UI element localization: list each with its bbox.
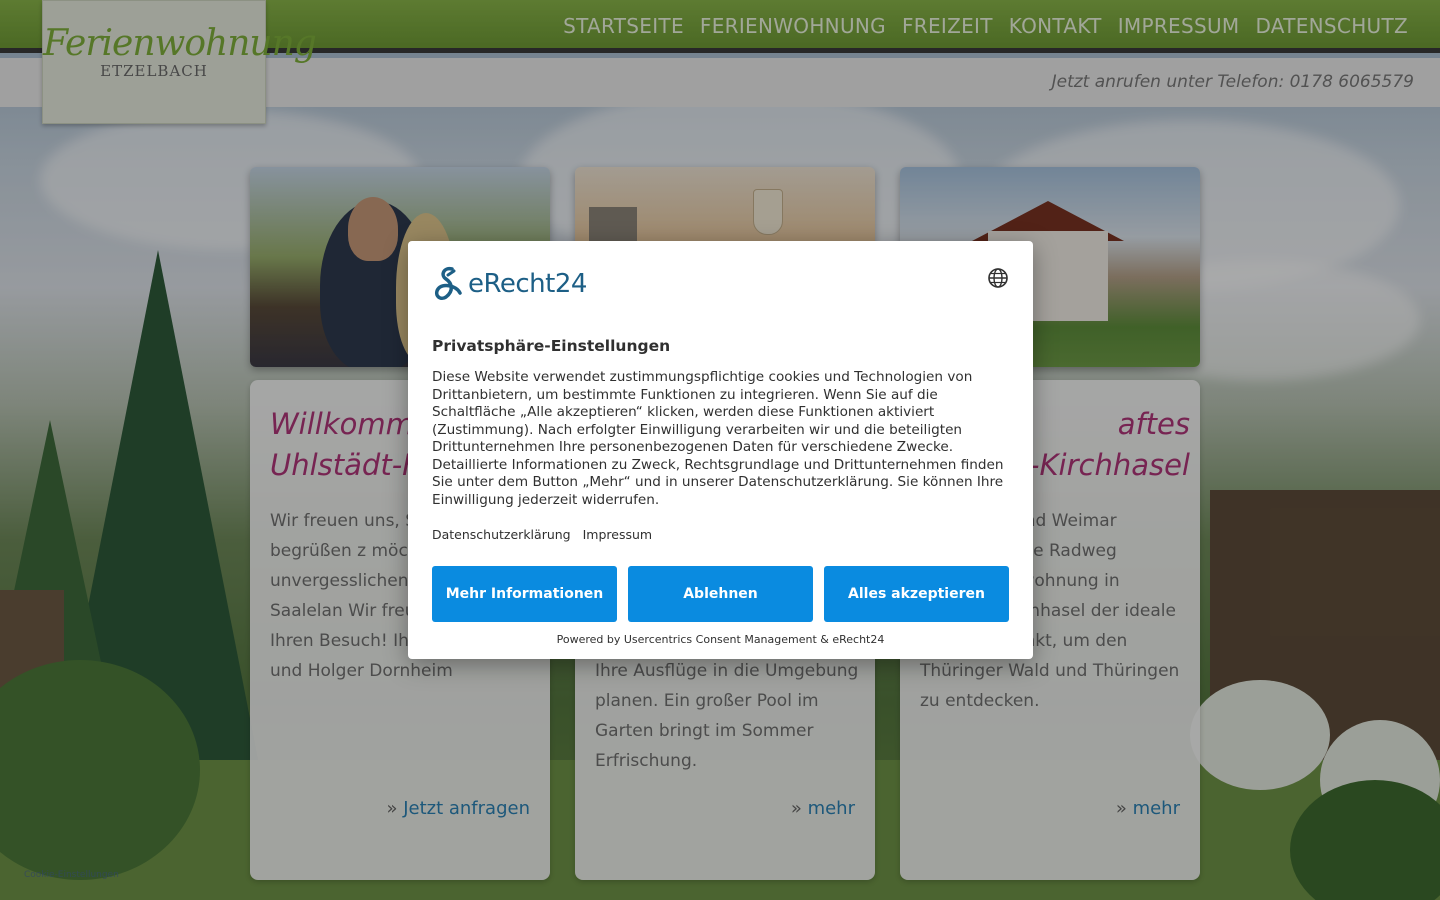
consent-description: Diese Website verwendet zustimmungspflic…: [432, 369, 1004, 508]
reject-button[interactable]: Ablehnen: [628, 566, 813, 622]
brand-name: eRecht24: [468, 269, 587, 299]
globe-icon[interactable]: [987, 267, 1009, 289]
more-info-button[interactable]: Mehr Informationen: [432, 566, 617, 622]
consent-dialog: eRecht24 Privatsphäre-Einstellungen Dies…: [408, 241, 1033, 659]
consent-links: Datenschutzerklärung Impressum: [432, 527, 652, 542]
consent-title: Privatsphäre-Einstellungen: [432, 337, 671, 355]
privacy-policy-link[interactable]: Datenschutzerklärung: [432, 527, 571, 542]
erecht24-logo: eRecht24: [432, 265, 587, 303]
erecht24-mark-icon: [434, 266, 462, 301]
accept-all-button[interactable]: Alles akzeptieren: [824, 566, 1009, 622]
powered-by-text: Powered by Usercentrics Consent Manageme…: [556, 633, 885, 646]
imprint-link[interactable]: Impressum: [583, 527, 652, 542]
